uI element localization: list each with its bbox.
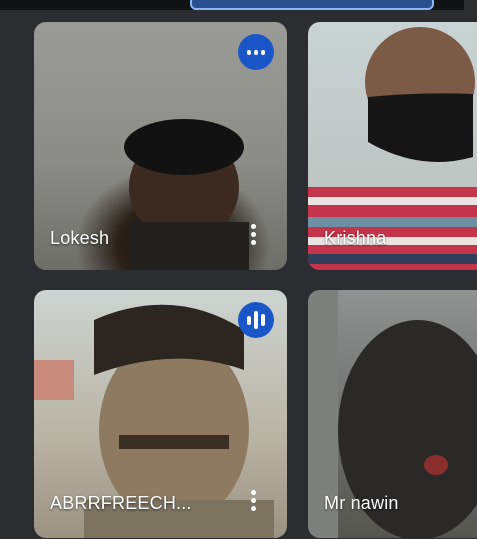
participant-tile-abrrfreech[interactable]: ABRRFREECH... <box>34 290 287 538</box>
top-bar <box>0 0 464 10</box>
participant-tile-krishna[interactable]: Krishna <box>308 22 477 270</box>
participant-name: Mr nawin <box>324 493 399 513</box>
more-vert-icon[interactable] <box>249 490 257 516</box>
top-bar-control[interactable] <box>190 0 434 10</box>
participant-tile-mr-nawin[interactable]: Mr nawin <box>308 290 477 538</box>
audio-level-icon <box>238 34 274 70</box>
more-vert-icon[interactable] <box>249 224 257 250</box>
participant-name: ABRRFREECH... <box>50 493 192 513</box>
participant-tile-lokesh[interactable]: Lokesh <box>34 22 287 270</box>
participant-name: Lokesh <box>50 228 110 248</box>
audio-level-icon <box>238 302 274 338</box>
participant-name: Krishna <box>324 228 387 248</box>
